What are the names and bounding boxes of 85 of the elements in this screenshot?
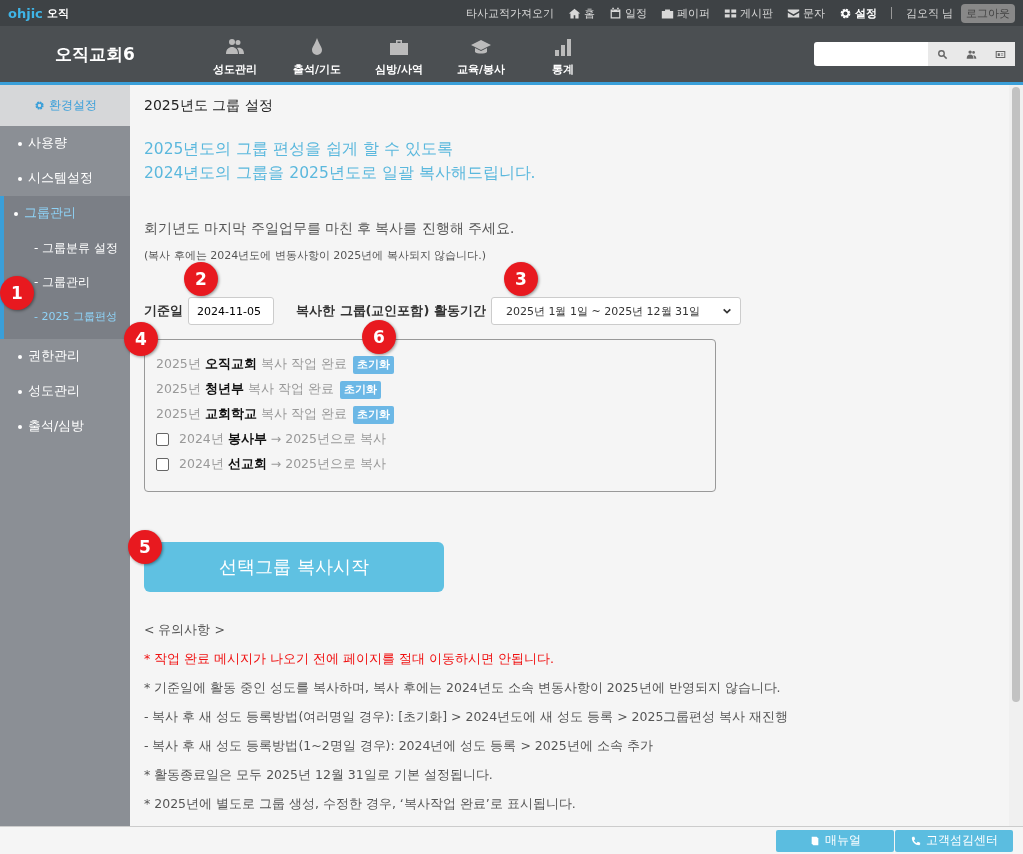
group-status: 2025년 오직교회 복사 작업 완료: [156, 356, 347, 373]
note-text: * 2025년에 별도로 그룹 생성, 수정한 경우, ‘복사작업 완료’로 표시됩니다.: [144, 796, 577, 813]
note-text: * 활동종료일은 모두 2025년 12월 31일로 기본 설정됩니다.: [144, 767, 494, 784]
nav-item[interactable]: 성도관리: [194, 31, 276, 77]
footer-button[interactable]: 매뉴얼: [776, 829, 894, 852]
bar-chart-icon: [553, 37, 573, 57]
nav-item[interactable]: 통계: [522, 31, 604, 77]
instruction-text: 회기년도 마지막 주일업무를 마친 후 복사를 진행해 주세요.: [144, 220, 516, 238]
briefcase-icon: [660, 6, 674, 20]
home-icon: [567, 6, 581, 20]
sidebar-item[interactable]: 그룹관리: [24, 205, 76, 222]
group-copy-label: 2024년 봉사부 → 2025년으로 복사: [179, 431, 386, 448]
sidebar-item[interactable]: 출석/심방: [28, 418, 85, 435]
date-field[interactable]: 2024-11-05: [188, 297, 274, 325]
note-text: * 작업 완료 메시지가 나오기 전에 페이지를 절대 이동하시면 안됩니다.: [144, 651, 555, 668]
search-field[interactable]: [814, 42, 928, 66]
chevron-icon: [721, 306, 732, 316]
search-toolbar-button[interactable]: [928, 42, 957, 66]
bullet-icon: [18, 141, 22, 146]
bullet-icon: [18, 389, 22, 394]
top-menu-link[interactable]: 페이퍼: [660, 5, 710, 21]
people-icon: [966, 48, 977, 60]
checkbox[interactable]: [156, 458, 169, 471]
briefcase-icon: [389, 37, 409, 57]
reset-button[interactable]: 초기화: [339, 380, 381, 399]
intro-text: 2024년도의 그룹을 2025년도로 일괄 복사해드립니다.: [144, 163, 537, 184]
step-number-badge: 6: [362, 320, 396, 354]
bullet-icon: [18, 424, 22, 429]
scrollbar-thumb[interactable]: [1012, 87, 1020, 702]
logo[interactable]: ohjic: [8, 5, 43, 21]
field-label: 기준일: [144, 302, 183, 320]
envelope-icon: [786, 6, 800, 20]
period-dropdown[interactable]: 2025년 1월 1일 ~ 2025년 12월 31일: [490, 297, 741, 325]
sidebar-item[interactable]: 사용량: [28, 135, 67, 152]
step-number-badge: 2: [184, 262, 218, 296]
settings-icon: [33, 100, 45, 111]
search-toolbar-button[interactable]: [986, 42, 1015, 66]
top-menu-link[interactable]: 타사교적가져오기: [465, 5, 554, 21]
sidebar-subitem[interactable]: - 2025 그룹편성: [34, 308, 117, 324]
sidebar-subitem[interactable]: - 그룹관리: [34, 273, 91, 291]
bullet-icon: [14, 211, 18, 216]
logout-button[interactable]: 로그아웃: [961, 3, 1015, 23]
user-name: 김오직 님: [905, 5, 953, 21]
sidebar-header[interactable]: 환경설정: [0, 85, 130, 126]
group-status: 2025년 청년부 복사 작업 완료: [156, 381, 334, 398]
note-text: * 기준일에 활동 중인 성도를 복사하며, 복사 후에는 2024년도 소속 변동사항이 2025년에 반영되지 않습니다.: [144, 680, 782, 697]
nav-item[interactable]: 심방/사역: [358, 31, 440, 77]
step-number-badge: 5: [128, 530, 162, 564]
top-menu-link[interactable]: 일정: [608, 5, 647, 21]
intro-text: 2025년도의 그룹 편성을 쉽게 할 수 있도록: [144, 139, 454, 160]
sidebar-subitem[interactable]: - 그룹분류 설정: [34, 239, 118, 257]
note-text: - 복사 후 새 성도 등록방법(여러명일 경우): [초기화] > 2024년도에 새 성도 등록 > 2025그룹편성 복사 재진행: [144, 709, 790, 726]
reset-button[interactable]: 초기화: [352, 355, 394, 374]
bullet-icon: [18, 354, 22, 359]
page-title: 2025년도 그룹 설정: [144, 97, 274, 115]
top-menu-link[interactable]: 게시판: [723, 5, 773, 21]
top-menu-link[interactable]: 설정: [838, 5, 877, 21]
notes-title: < 유의사항 >: [144, 622, 226, 639]
brand-name: 오직: [46, 5, 69, 21]
id-card-icon: [995, 48, 1006, 60]
group-status: 2025년 교회학교 복사 작업 완료: [156, 406, 347, 423]
reset-button[interactable]: 초기화: [352, 405, 394, 424]
search-icon: [937, 48, 948, 60]
church-name: 오직교회6: [54, 42, 136, 66]
bullet-icon: [18, 176, 22, 181]
note-text: - 복사 후 새 성도 등록방법(1~2명일 경우): 2024년에 성도 등록 > 2025년에 소속 추가: [144, 738, 654, 755]
instruction-note: (복사 후에는 2024년도에 변동사항이 2025년에 복사되지 않습니다.): [144, 248, 488, 263]
group-copy-label: 2024년 선교회 → 2025년으로 복사: [179, 456, 386, 473]
nav-item[interactable]: 교육/봉사: [440, 31, 522, 77]
phone-icon: [910, 835, 921, 846]
checkbox[interactable]: [156, 433, 169, 446]
top-menu-link[interactable]: 홈: [567, 5, 595, 21]
field-label: 복사한 그룹(교인포함) 활동기간: [296, 302, 486, 320]
step-number-badge: 4: [124, 322, 158, 356]
footer-button[interactable]: 고객섬김센터: [895, 829, 1013, 852]
calendar-icon: [608, 6, 622, 20]
sidebar-item[interactable]: 성도관리: [28, 383, 80, 400]
nav-item[interactable]: 출석/기도: [276, 31, 358, 77]
top-menu-link[interactable]: 문자: [786, 5, 825, 21]
people-icon: [225, 37, 245, 57]
grid-icon: [723, 6, 737, 20]
step-number-badge: 3: [504, 262, 538, 296]
settings-icon: [838, 6, 852, 20]
sidebar-item[interactable]: 시스템설정: [28, 170, 93, 187]
sidebar-item[interactable]: 권한관리: [28, 348, 80, 365]
